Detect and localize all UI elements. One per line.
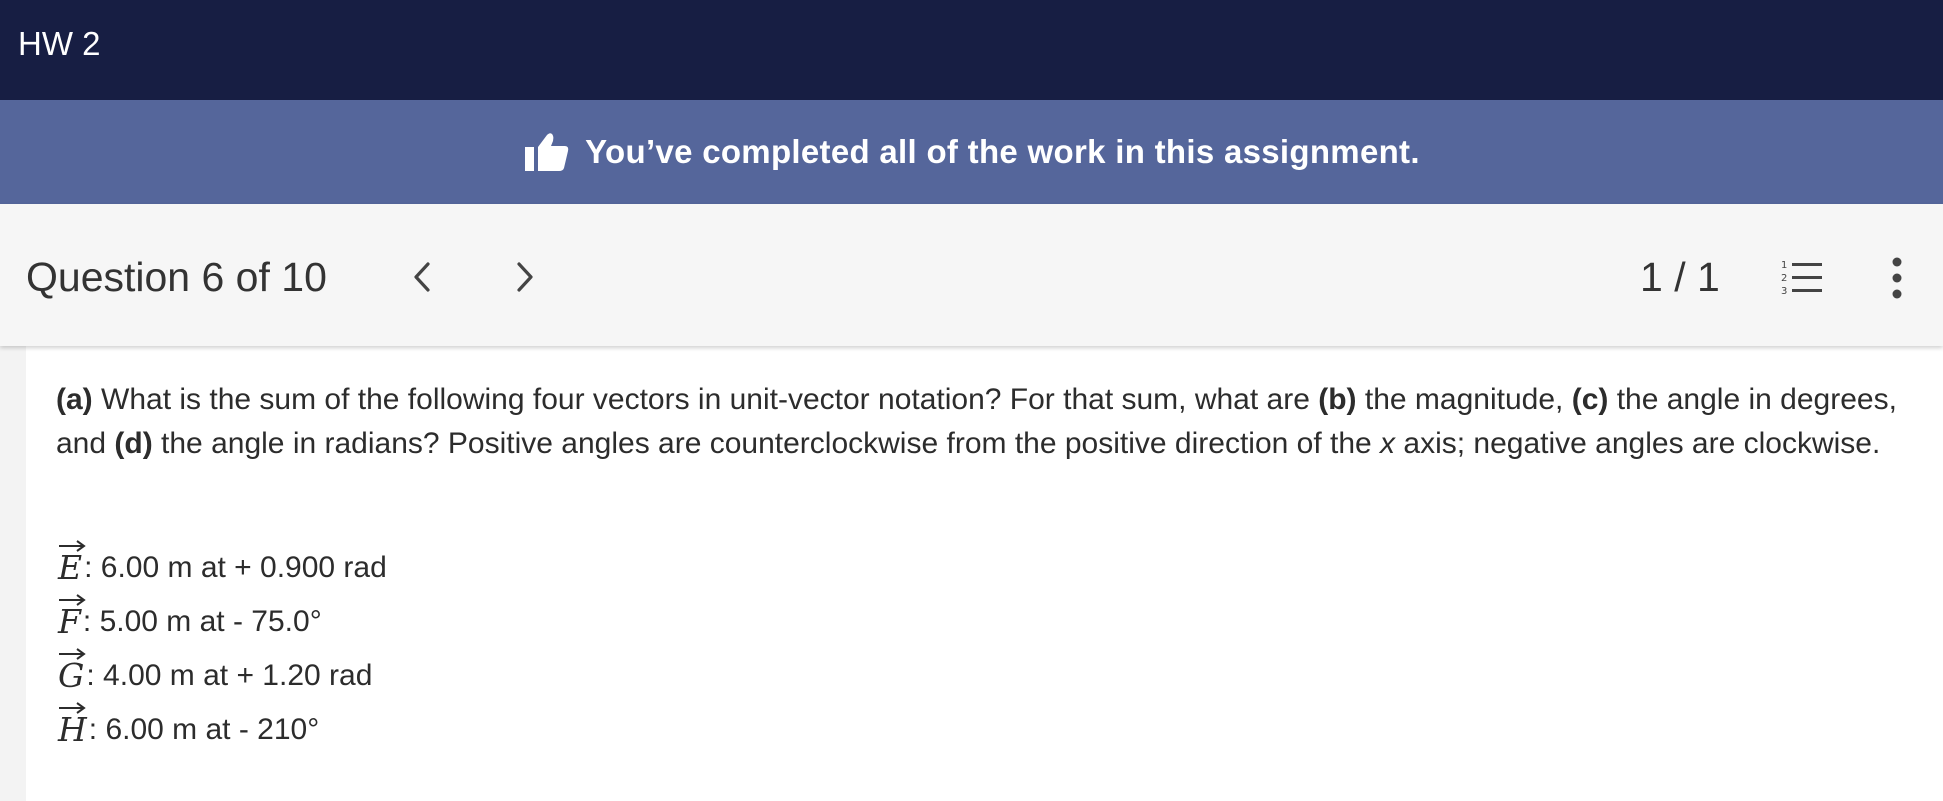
vector-item: H : 6.00 m at - 210° [58, 694, 387, 748]
vector-description: : 5.00 m at - 75.0° [82, 605, 322, 638]
question-text-4: the angle in radians? Positive angles ar… [152, 427, 1381, 460]
vector-item: G : 4.00 m at + 1.20 rad [58, 640, 387, 694]
numbered-list-icon[interactable]: 1 2 3 [1780, 258, 1824, 298]
question-text-1: What is the sum of the following four ve… [92, 383, 1319, 416]
chevron-left-icon [414, 262, 430, 292]
vector-symbol: H [58, 702, 89, 748]
vector-symbol: E [58, 540, 86, 586]
vector-item: F : 5.00 m at - 75.0° [58, 586, 387, 640]
part-c-label: (c) [1571, 383, 1609, 416]
part-a-label: (a) [56, 383, 93, 416]
part-d-label: (d) [114, 427, 153, 460]
question-navigation-bar: Question 6 of 10 1 / 1 1 2 3 [0, 204, 1943, 346]
svg-text:1: 1 [1781, 260, 1787, 271]
completion-banner: You’ve completed all of the work in this… [0, 100, 1943, 204]
vector-arrow-icon [59, 702, 86, 714]
question-text-2: the magnitude, [1356, 383, 1572, 416]
vector-symbol: F [58, 594, 86, 640]
svg-text:2: 2 [1781, 273, 1787, 284]
page-indicator: 1 / 1 [1640, 254, 1720, 300]
left-gutter [0, 346, 26, 801]
vector-list: E : 6.00 m at + 0.900 rad F : 5.00 m at … [58, 532, 387, 748]
completion-message: You’ve completed all of the work in this… [585, 133, 1420, 170]
vector-symbol: G [58, 648, 86, 694]
svg-text:3: 3 [1781, 286, 1787, 297]
vector-item: E : 6.00 m at + 0.900 rad [58, 532, 387, 586]
previous-question-button[interactable] [397, 252, 447, 302]
more-vertical-icon[interactable] [1882, 256, 1912, 300]
axis-variable: x [1380, 427, 1396, 460]
vector-description: : 6.00 m at + 0.900 rad [84, 551, 387, 584]
question-text: (a) What is the sum of the following fou… [56, 378, 1916, 466]
question-counter: Question 6 of 10 [26, 254, 327, 300]
thumbs-up-icon [525, 133, 569, 171]
chevron-right-icon [517, 262, 533, 292]
vector-description: : 6.00 m at - 210° [88, 713, 320, 746]
part-b-label: (b) [1318, 383, 1357, 416]
assignment-title: HW 2 [18, 25, 101, 62]
question-text-5: axis; negative angles are clockwise. [1395, 427, 1881, 460]
vector-arrow-icon [59, 648, 86, 660]
question-content: (a) What is the sum of the following fou… [0, 346, 1943, 801]
vector-arrow-icon [59, 594, 86, 606]
vector-arrow-icon [59, 540, 86, 552]
vector-description: : 4.00 m at + 1.20 rad [86, 659, 373, 692]
next-question-button[interactable] [500, 252, 550, 302]
app-header: HW 2 [0, 0, 1943, 100]
